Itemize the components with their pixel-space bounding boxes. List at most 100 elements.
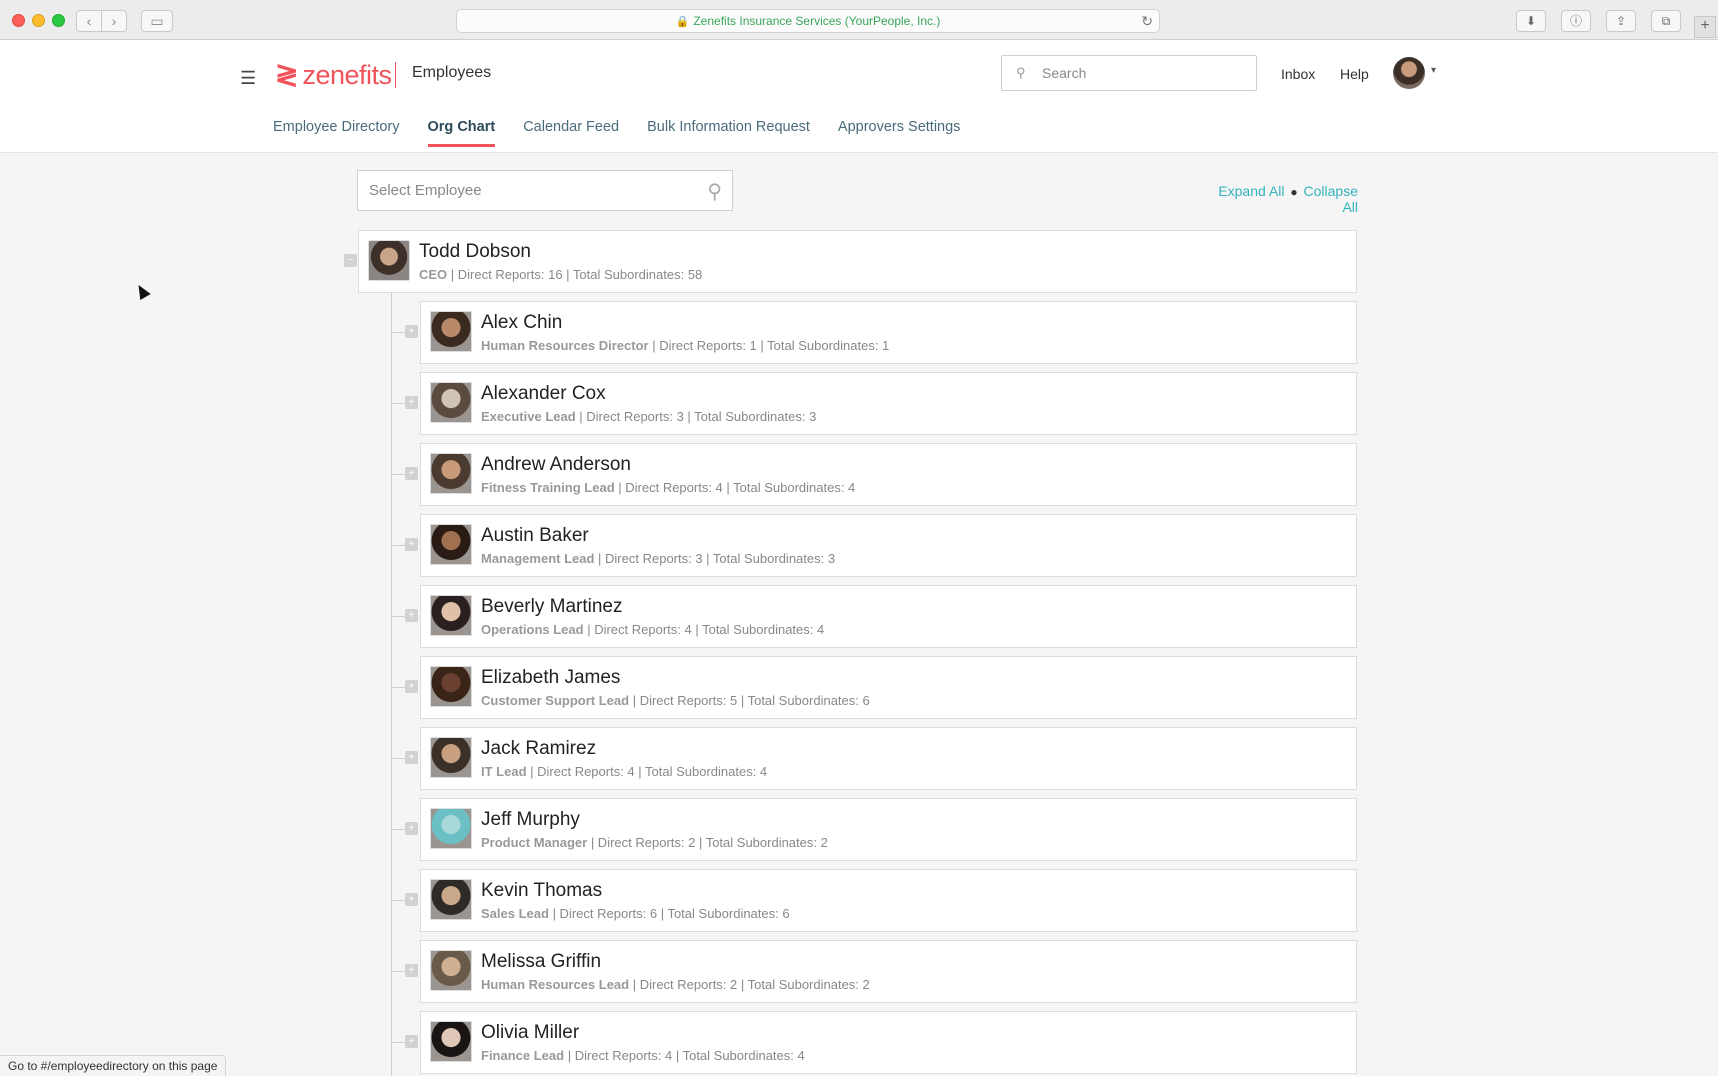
employee-name: Beverly Martinez <box>481 596 623 617</box>
org-card[interactable]: Elizabeth James Customer Support Lead | D… <box>420 656 1357 719</box>
employee-name: Alexander Cox <box>481 383 606 404</box>
employee-title: CEO <box>419 267 448 282</box>
employee-name: Andrew Anderson <box>481 454 631 475</box>
employee-meta: Executive Lead | Direct Reports: 3 | Tot… <box>481 409 816 424</box>
zenefits-logo[interactable]: ≷ zenefits <box>275 59 392 91</box>
expand-collapse-links: Expand All ● Collapse All <box>1200 183 1358 215</box>
employee-select: ⚲ <box>357 170 733 211</box>
expand-toggle-icon[interactable]: + <box>405 396 418 409</box>
browser-toolbar: ‹ › ▭ 🔒 Zenefits Insurance Services (Your… <box>0 0 1718 40</box>
avatar <box>430 1021 472 1062</box>
app-header: ☰ ≷ zenefits Employees ⚲ Inbox Help ▾ Em… <box>0 40 1718 153</box>
expand-toggle-icon[interactable]: + <box>405 609 418 622</box>
back-button[interactable]: ‹ <box>76 10 102 32</box>
info-icon[interactable]: ⓘ <box>1561 10 1591 32</box>
avatar <box>368 240 410 281</box>
tab-bulk-information-request[interactable]: Bulk Information Request <box>647 119 810 147</box>
forward-button[interactable]: › <box>101 10 127 32</box>
tabs-overview-icon[interactable]: ⧉ <box>1651 10 1681 32</box>
employee-title: IT Lead <box>481 764 527 779</box>
org-card[interactable]: Jeff Murphy Product Manager | Direct Repo… <box>420 798 1357 861</box>
tab-org-chart[interactable]: Org Chart <box>427 119 495 147</box>
employee-title: Product Manager <box>481 835 588 850</box>
employee-name: Todd Dobson <box>419 241 531 262</box>
org-card[interactable]: Kevin Thomas Sales Lead | Direct Reports:… <box>420 869 1357 932</box>
expand-toggle-icon[interactable]: + <box>405 893 418 906</box>
logo-text: zenefits <box>302 60 392 90</box>
tree-branch-line <box>392 687 406 688</box>
org-card[interactable]: Austin Baker Management Lead | Direct Rep… <box>420 514 1357 577</box>
org-card[interactable]: Andrew Anderson Fitness Training Lead | D… <box>420 443 1357 506</box>
downloads-icon[interactable]: ⬇ <box>1516 10 1546 32</box>
employee-title: Customer Support Lead <box>481 693 630 708</box>
avatar <box>430 808 472 849</box>
minimize-window-button[interactable] <box>32 14 45 27</box>
expand-toggle-icon[interactable]: + <box>405 467 418 480</box>
employee-meta: Management Lead | Direct Reports: 3 | To… <box>481 551 835 566</box>
expand-toggle-icon[interactable]: + <box>405 751 418 764</box>
search-box: ⚲ <box>1001 55 1257 91</box>
employee-title: Fitness Training Lead <box>481 480 615 495</box>
tree-branch-line <box>392 545 406 546</box>
expand-toggle-icon[interactable]: + <box>405 822 418 835</box>
employee-select-input[interactable] <box>369 182 669 199</box>
tab-employee-directory[interactable]: Employee Directory <box>273 119 400 147</box>
menu-icon[interactable]: ☰ <box>240 68 256 89</box>
tab-calendar-feed[interactable]: Calendar Feed <box>523 119 619 147</box>
org-card[interactable]: Jack Ramirez IT Lead | Direct Reports: 4 … <box>420 727 1357 790</box>
expand-toggle-icon[interactable]: + <box>405 538 418 551</box>
employee-meta: Human Resources Director | Direct Report… <box>481 338 889 353</box>
avatar <box>430 666 472 707</box>
org-card-root[interactable]: Todd Dobson CEO | Direct Reports: 16 | T… <box>358 230 1357 293</box>
search-input[interactable] <box>1042 65 1242 81</box>
expand-toggle-icon[interactable]: + <box>405 964 418 977</box>
collapse-toggle-icon[interactable]: − <box>344 254 357 267</box>
logo-divider <box>395 62 396 88</box>
org-card[interactable]: Olivia Miller Finance Lead | Direct Repor… <box>420 1011 1357 1074</box>
tree-branch-line <box>392 900 406 901</box>
app-title: Employees <box>412 64 492 81</box>
share-icon[interactable]: ⇪ <box>1606 10 1636 32</box>
org-card[interactable]: Melissa Griffin Human Resources Lead | Di… <box>420 940 1357 1003</box>
employee-name: Alex Chin <box>481 312 563 333</box>
employee-details: | Direct Reports: 3 | Total Subordinates… <box>598 551 836 566</box>
employee-title: Management Lead <box>481 551 595 566</box>
help-link[interactable]: Help <box>1340 66 1369 82</box>
address-bar[interactable]: 🔒 Zenefits Insurance Services (YourPeople… <box>456 9 1160 33</box>
tab-approvers-settings[interactable]: Approvers Settings <box>838 119 961 147</box>
tree-branch-line <box>392 474 406 475</box>
avatar <box>430 950 472 991</box>
avatar <box>430 311 472 352</box>
sidebar-toggle-button[interactable]: ▭ <box>141 10 173 32</box>
org-card[interactable]: Alex Chin Human Resources Director | Dire… <box>420 301 1357 364</box>
employee-title: Human Resources Director <box>481 338 649 353</box>
tab-bar: Employee Directory Org Chart Calendar Fe… <box>273 119 988 147</box>
reload-icon[interactable]: ↻ <box>1141 10 1153 32</box>
employee-title: Human Resources Lead <box>481 977 630 992</box>
tree-branch-line <box>392 829 406 830</box>
tree-branch-line <box>392 616 406 617</box>
collapse-all-link[interactable]: Collapse All <box>1304 183 1358 215</box>
employee-details: | Direct Reports: 2 | Total Subordinates… <box>632 977 870 992</box>
employee-name: Jack Ramirez <box>481 738 597 759</box>
expand-all-link[interactable]: Expand All <box>1218 183 1284 199</box>
mouse-cursor-icon <box>133 281 151 301</box>
expand-toggle-icon[interactable]: + <box>405 680 418 693</box>
org-card[interactable]: Beverly Martinez Operations Lead | Direct… <box>420 585 1357 648</box>
user-avatar[interactable] <box>1393 57 1425 89</box>
zoom-window-button[interactable] <box>52 14 65 27</box>
org-card[interactable]: Alexander Cox Executive Lead | Direct Rep… <box>420 372 1357 435</box>
avatar <box>430 453 472 494</box>
employee-meta: IT Lead | Direct Reports: 4 | Total Subo… <box>481 764 767 779</box>
zenefits-logo-mark-icon: ≷ <box>275 59 299 90</box>
search-icon: ⚲ <box>707 181 722 203</box>
inbox-link[interactable]: Inbox <box>1281 66 1315 82</box>
expand-toggle-icon[interactable]: + <box>405 325 418 338</box>
tree-branch-line <box>392 758 406 759</box>
employee-meta: CEO | Direct Reports: 16 | Total Subordi… <box>419 267 702 282</box>
employee-meta: Operations Lead | Direct Reports: 4 | To… <box>481 622 824 637</box>
expand-toggle-icon[interactable]: + <box>405 1035 418 1048</box>
new-tab-button[interactable]: + <box>1694 16 1716 38</box>
chevron-down-icon[interactable]: ▾ <box>1431 65 1436 76</box>
close-window-button[interactable] <box>12 14 25 27</box>
